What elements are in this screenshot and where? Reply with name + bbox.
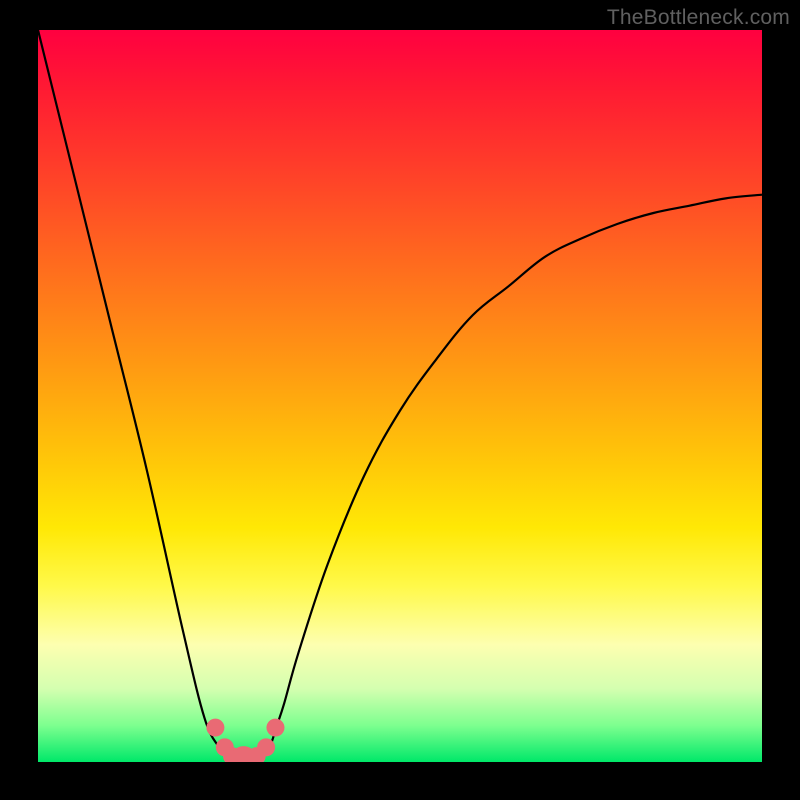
chart-svg: [38, 30, 762, 762]
marker-point: [206, 719, 224, 737]
chart-frame: TheBottleneck.com: [0, 0, 800, 800]
marker-point: [266, 719, 284, 737]
marker-point: [257, 738, 275, 756]
plot-area: [38, 30, 762, 762]
watermark-text: TheBottleneck.com: [607, 6, 790, 30]
bottleneck-curve: [38, 30, 762, 761]
